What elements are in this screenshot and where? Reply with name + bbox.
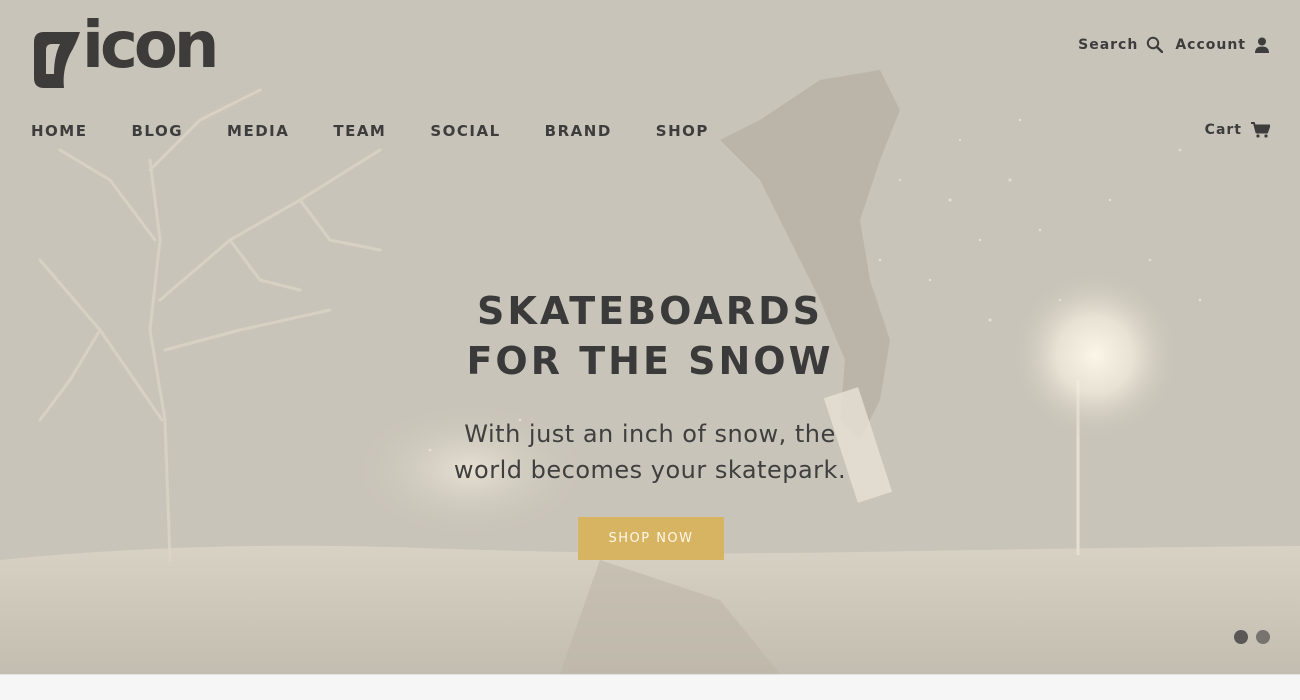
main-nav: HOME BLOG MEDIA TEAM SOCIAL BRAND SHOP — [31, 122, 753, 140]
nav-item-blog[interactable]: BLOG — [131, 122, 183, 140]
logo-wordmark: icon — [82, 9, 219, 83]
slider-dot-1[interactable] — [1234, 630, 1248, 644]
cart-link[interactable]: Cart — [1205, 122, 1270, 138]
nav-item-social[interactable]: SOCIAL — [430, 122, 500, 140]
brand-logo[interactable]: icon — [32, 14, 219, 90]
hero-subtitle-line1: With just an inch of snow, the — [464, 420, 836, 448]
nav-item-media[interactable]: MEDIA — [227, 122, 289, 140]
account-link[interactable]: Account — [1175, 37, 1270, 53]
utility-nav: Search Account — [1078, 36, 1270, 53]
cart-icon — [1251, 122, 1270, 138]
shop-now-button[interactable]: SHOP NOW — [578, 517, 724, 560]
search-link[interactable]: Search — [1078, 36, 1164, 53]
user-icon — [1255, 37, 1269, 53]
hero-banner: icon Search Account HOME BLOG MEDIA TEAM… — [0, 0, 1300, 674]
slider-dots — [1234, 630, 1270, 644]
hero-headline-line2: FOR THE SNOW — [466, 339, 834, 383]
search-label: Search — [1078, 36, 1139, 53]
nav-item-shop[interactable]: SHOP — [656, 122, 709, 140]
page-bottom-strip — [0, 674, 1300, 700]
nav-item-home[interactable]: HOME — [31, 122, 87, 140]
slider-dot-2[interactable] — [1256, 630, 1270, 644]
search-icon — [1147, 36, 1164, 53]
hero-subtitle-line2: world becomes your skatepark. — [453, 456, 847, 484]
nav-item-brand[interactable]: BRAND — [545, 122, 612, 140]
cart-label: Cart — [1204, 122, 1242, 138]
hero-headline-line1: SKATEBOARDS — [477, 289, 823, 333]
icon-logo-mark — [34, 32, 80, 88]
account-label: Account — [1175, 36, 1246, 53]
nav-item-team[interactable]: TEAM — [333, 122, 386, 140]
